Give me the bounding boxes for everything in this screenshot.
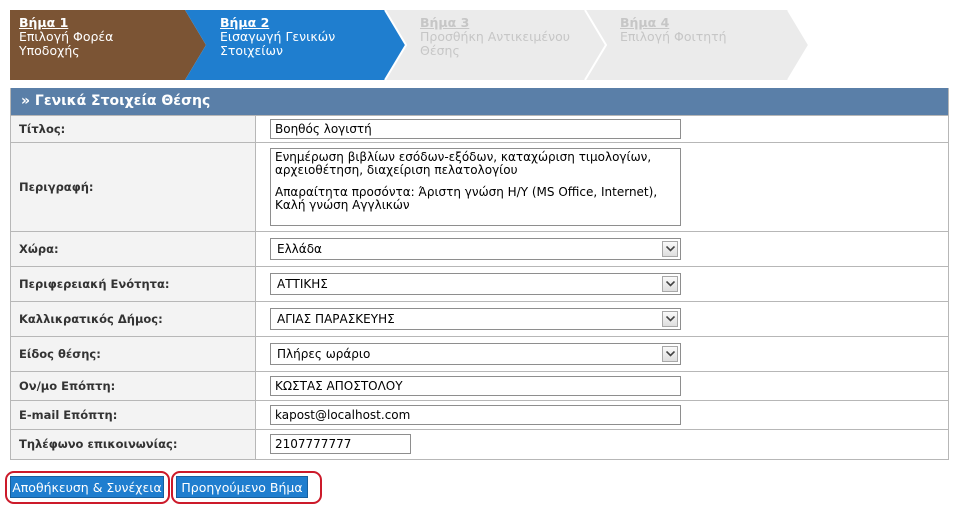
form-row-regional-unit: Περιφερειακή Ενότητα: ΑΤΤΙΚΗΣ xyxy=(11,266,948,302)
municipality-select[interactable]: ΑΓΙΑΣ ΠΑΡΑΣΚΕΥΗΣ xyxy=(270,308,681,330)
country-label: Χώρα: xyxy=(11,231,256,267)
supervisor-email-input[interactable]: kapost@localhost.com xyxy=(270,405,681,425)
form-row-title: Τίτλος: Βοηθός λογιστή xyxy=(11,115,948,143)
phone-label: Τηλέφωνο επικοινωνίας: xyxy=(11,429,256,459)
description-textarea[interactable]: Ενημέρωση βιβλίων εσόδων-εξόδων, καταχώρ… xyxy=(270,148,681,226)
title-input[interactable]: Βοηθός λογιστή xyxy=(270,119,681,139)
form-row-supervisor-name: Ον/μο Επόπτη: ΚΩΣΤΑΣ ΑΠΟΣΤΟΛΟΥ xyxy=(11,371,948,401)
step-3-desc: Προσθήκη Αντικειμένου Θέσης xyxy=(420,29,570,58)
step-4-desc: Επιλογή Φοιτητή xyxy=(620,29,727,44)
form-row-supervisor-email: E-mail Επόπτη: kapost@localhost.com xyxy=(11,400,948,430)
step-3: Βήμα 3 Προσθήκη Αντικειμένου Θέσης xyxy=(420,16,570,58)
general-info-form: Τίτλος: Βοηθός λογιστή Περιγραφή: Ενημέρ… xyxy=(11,115,948,459)
step-2[interactable]: Βήμα 2 Εισαγωγή Γενικών Στοιχείων xyxy=(220,16,370,58)
regional-unit-select[interactable]: ΑΤΤΙΚΗΣ xyxy=(270,273,681,295)
regional-unit-label: Περιφερειακή Ενότητα: xyxy=(11,266,256,302)
position-type-label: Είδος θέσης: xyxy=(11,336,256,372)
step-4-title: Βήμα 4 xyxy=(620,15,670,30)
step-4: Βήμα 4 Επιλογή Φοιτητή xyxy=(620,16,770,44)
phone-input[interactable]: 2107777777 xyxy=(270,434,411,455)
position-type-selected-value: Πλήρες ωράριο xyxy=(277,347,371,361)
chevron-down-icon[interactable] xyxy=(662,311,678,327)
previous-step-button[interactable]: Προηγούμενο Βήμα xyxy=(176,476,308,498)
step-1-desc: Επιλογή Φορέα Υποδοχής xyxy=(19,29,114,58)
step-1[interactable]: Βήμα 1 Επιλογή Φορέα Υποδοχής xyxy=(19,16,169,58)
municipality-label: Καλλικρατικός Δήμος: xyxy=(11,301,256,337)
regional-unit-selected-value: ΑΤΤΙΚΗΣ xyxy=(277,277,328,291)
description-paragraph-1: Ενημέρωση βιβλίων εσόδων-εξόδων, καταχώρ… xyxy=(275,150,652,177)
position-type-select[interactable]: Πλήρες ωράριο xyxy=(270,343,681,365)
step-2-title[interactable]: Βήμα 2 xyxy=(220,16,370,30)
chevron-down-icon[interactable] xyxy=(662,241,678,257)
title-label: Τίτλος: xyxy=(11,115,256,143)
form-row-municipality: Καλλικρατικός Δήμος: ΑΓΙΑΣ ΠΑΡΑΣΚΕΥΗΣ xyxy=(11,301,948,337)
description-label: Περιγραφή: xyxy=(11,142,256,232)
municipality-selected-value: ΑΓΙΑΣ ΠΑΡΑΣΚΕΥΗΣ xyxy=(277,312,395,326)
wizard-steps: Βήμα 1 Επιλογή Φορέα Υποδοχής Βήμα 2 Εισ… xyxy=(10,10,810,80)
supervisor-name-input[interactable]: ΚΩΣΤΑΣ ΑΠΟΣΤΟΛΟΥ xyxy=(270,376,681,396)
step-1-title[interactable]: Βήμα 1 xyxy=(19,16,169,30)
form-row-phone: Τηλέφωνο επικοινωνίας: 2107777777 xyxy=(11,429,948,459)
chevron-down-icon[interactable] xyxy=(662,346,678,362)
form-row-position-type: Είδος θέσης: Πλήρες ωράριο xyxy=(11,336,948,372)
save-continue-button[interactable]: Αποθήκευση & Συνέχεια xyxy=(10,476,164,498)
description-paragraph-2: Απαραίτητα προσόντα: Άριστη γνώση Η/Υ (M… xyxy=(275,185,658,212)
supervisor-email-label: E-mail Επόπτη: xyxy=(11,400,256,430)
chevron-down-icon[interactable] xyxy=(662,276,678,292)
supervisor-name-label: Ον/μο Επόπτη: xyxy=(11,371,256,401)
step-3-title: Βήμα 3 xyxy=(420,15,470,30)
general-info-panel: » Γενικά Στοιχεία Θέσης Τίτλος: Βοηθός λ… xyxy=(10,88,949,460)
form-row-description: Περιγραφή: Ενημέρωση βιβλίων εσόδων-εξόδ… xyxy=(11,142,948,232)
form-row-country: Χώρα: Ελλάδα xyxy=(11,231,948,267)
country-select[interactable]: Ελλάδα xyxy=(270,238,681,260)
country-selected-value: Ελλάδα xyxy=(277,242,322,256)
panel-header: » Γενικά Στοιχεία Θέσης xyxy=(11,88,948,115)
step-2-desc: Εισαγωγή Γενικών Στοιχείων xyxy=(220,29,336,58)
